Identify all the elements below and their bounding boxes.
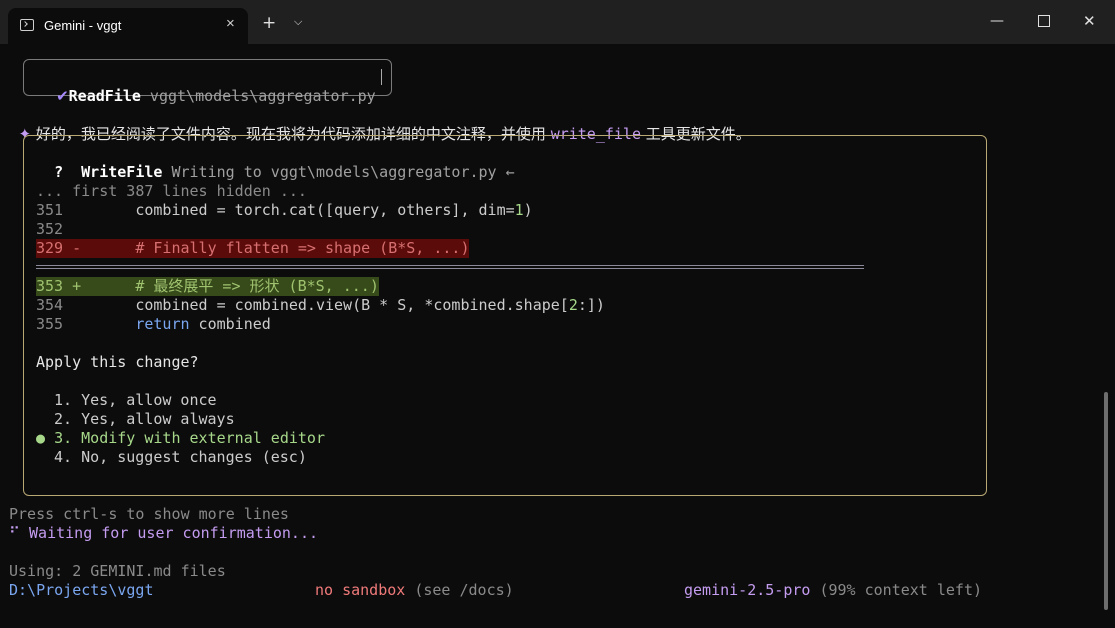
option-external-editor[interactable]: ● 3. Modify with external editor bbox=[36, 429, 325, 448]
cursor-bar bbox=[381, 69, 382, 85]
diff-code: # 最终展平 => 形状 (B*S, ...) bbox=[90, 277, 379, 295]
spinner-icon: ⠋ bbox=[9, 524, 20, 542]
line-number: 355 bbox=[36, 315, 64, 333]
option-allow-once[interactable]: 1. Yes, allow once bbox=[54, 391, 217, 410]
diff-sign: + bbox=[72, 277, 82, 295]
writefile-header: ? WriteFile Writing to vggt\models\aggre… bbox=[36, 144, 515, 181]
diff-line: 351 combined = torch.cat([query, others]… bbox=[36, 201, 533, 220]
line-number: 329 bbox=[36, 239, 64, 257]
diff-code: combined bbox=[189, 315, 271, 333]
option-suggest-changes[interactable]: 4. No, suggest changes (esc) bbox=[54, 448, 307, 467]
writefile-tool-name: WriteFile bbox=[81, 163, 163, 181]
maximize-icon[interactable] bbox=[1038, 15, 1050, 27]
line-number: 352 bbox=[36, 220, 64, 238]
readfile-path: vggt\models\aggregator.py bbox=[149, 87, 376, 105]
title-bar: Gemini - vggt × + ⌵ — ✕ bbox=[0, 0, 1115, 44]
apply-change-question: Apply this change? bbox=[36, 353, 199, 371]
model-name: gemini-2.5-pro bbox=[684, 581, 811, 599]
waiting-text: Waiting for user confirmation... bbox=[29, 524, 319, 542]
waiting-status: ⠋ Waiting for user confirmation... bbox=[9, 524, 318, 543]
close-window-icon[interactable]: ✕ bbox=[1083, 12, 1096, 30]
tab-close-icon[interactable]: × bbox=[226, 15, 235, 32]
diff-number-literal: 1 bbox=[514, 201, 524, 219]
tab-gemini-vggt[interactable]: Gemini - vggt × bbox=[8, 8, 248, 44]
new-tab-plus-icon[interactable]: + bbox=[262, 13, 276, 33]
sandbox-hint: (see /docs) bbox=[414, 581, 514, 599]
selected-dot-icon: ● bbox=[36, 429, 46, 447]
diff-keyword: return bbox=[135, 315, 190, 333]
diff-line: 354 combined = combined.view(B * S, *com… bbox=[36, 296, 605, 315]
tab-title: Gemini - vggt bbox=[44, 18, 122, 33]
terminal-icon bbox=[20, 19, 34, 31]
diff-deleted-line: 329 - # Finally flatten => shape (B*S, .… bbox=[36, 239, 470, 258]
diff-code: combined = combined.view(B * S, *combine… bbox=[90, 296, 569, 314]
diff-separator bbox=[36, 265, 864, 266]
diff-number-literal: 2 bbox=[568, 296, 578, 314]
line-number: 351 bbox=[36, 201, 64, 219]
diff-code: ) bbox=[523, 201, 533, 219]
writefile-desc: Writing to vggt\models\aggregator.py ← bbox=[171, 163, 515, 181]
minimize-icon[interactable]: — bbox=[990, 13, 1004, 29]
diff-line: 355 return combined bbox=[36, 315, 271, 334]
cwd-path: D:\Projects\vggt bbox=[9, 581, 154, 599]
diff-line: 352 bbox=[36, 220, 63, 239]
scrollbar[interactable] bbox=[1104, 392, 1108, 610]
diff-separator bbox=[36, 268, 864, 269]
sandbox-label: no sandbox bbox=[315, 581, 406, 599]
context-left: (99% context left) bbox=[819, 581, 983, 599]
question-marker: ? bbox=[54, 163, 64, 181]
hidden-lines-note: ... first 387 lines hidden ... bbox=[36, 182, 307, 200]
model-status: gemini-2.5-pro (99% context left) bbox=[684, 581, 982, 600]
diff-code: :]) bbox=[577, 296, 605, 314]
option-allow-always[interactable]: 2. Yes, allow always bbox=[54, 410, 235, 429]
diff-code: combined = torch.cat([query, others], di… bbox=[90, 201, 515, 219]
assistant-message: ✦ 好的，我已经阅读了文件内容。现在我将为代码添加详细的中文注释，并使用 wri… bbox=[9, 106, 751, 143]
diff-code: # Finally flatten => shape (B*S, ...) bbox=[90, 239, 470, 257]
tab-dropdown-chevron-icon[interactable]: ⌵ bbox=[294, 15, 302, 29]
option-label: 3. Modify with external editor bbox=[54, 429, 325, 447]
show-more-hint: Press ctrl-s to show more lines bbox=[9, 505, 289, 523]
line-number: 353 bbox=[36, 277, 64, 295]
readfile-line: ✔ReadFile vggt\models\aggregator.py bbox=[38, 68, 376, 105]
gemini-md-count: Using: 2 GEMINI.md files bbox=[9, 562, 226, 580]
diff-added-line: 353 + # 最终展平 => 形状 (B*S, ...) bbox=[36, 277, 379, 296]
diff-sign: - bbox=[72, 239, 82, 257]
readfile-tool-name: ReadFile bbox=[68, 87, 141, 105]
line-number: 354 bbox=[36, 296, 64, 314]
sandbox-status: no sandbox (see /docs) bbox=[315, 581, 514, 600]
check-icon: ✔ bbox=[56, 87, 69, 105]
